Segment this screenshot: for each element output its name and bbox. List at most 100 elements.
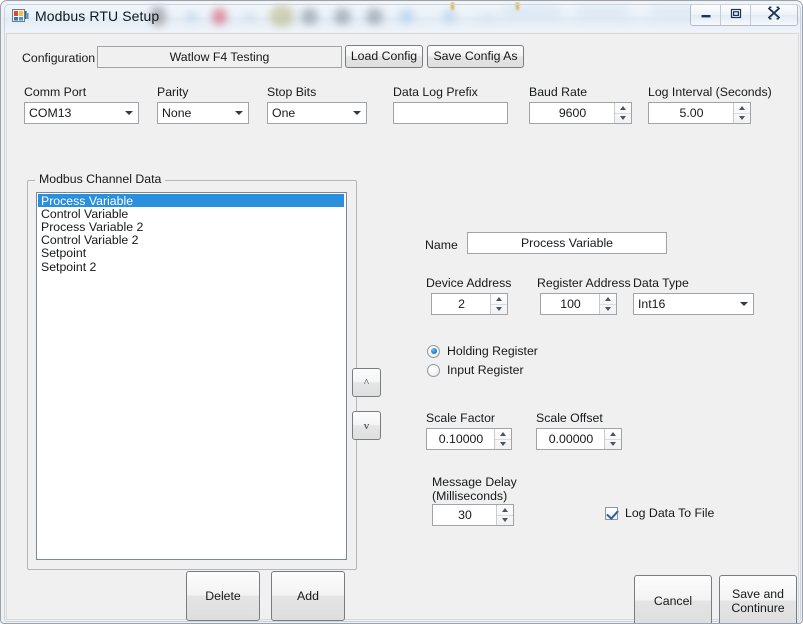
title-bar[interactable]: Modbus RTU Setup <box>2 2 802 32</box>
application-window: Modbus RTU Setup Configuration Watlow F4… <box>0 0 803 624</box>
parity-select[interactable]: None <box>157 102 249 124</box>
device-address-value: 2 <box>458 297 465 311</box>
register-address-stepper[interactable]: 100 <box>540 293 617 315</box>
scale-offset-label: Scale Offset <box>536 411 603 425</box>
spin-down-icon[interactable] <box>497 516 513 526</box>
chevron-down-icon[interactable] <box>348 104 365 122</box>
background-blur-ghost <box>502 7 560 16</box>
register-address-spin-buttons[interactable] <box>599 294 616 314</box>
list-item[interactable]: Control Variable <box>38 207 346 221</box>
background-blur-ghost <box>334 8 351 25</box>
modbus-channel-data-group-title: Modbus Channel Data <box>35 172 166 186</box>
app-icon <box>12 8 29 25</box>
register-address-value: 100 <box>560 297 581 311</box>
register-address-label: Register Address <box>537 276 631 290</box>
background-blur-ghost <box>212 8 227 25</box>
spin-up-icon[interactable] <box>491 294 507 305</box>
radio-unselected-icon <box>427 363 440 377</box>
scale-factor-spin-buttons[interactable] <box>494 429 511 449</box>
save-config-as-button[interactable]: Save Config As <box>427 45 524 68</box>
input-register-radio[interactable]: Input Register <box>427 363 524 377</box>
input-register-label: Input Register <box>447 363 524 377</box>
baud-rate-stepper[interactable]: 9600 <box>529 102 632 124</box>
scale-factor-value: 0.10000 <box>438 432 484 446</box>
configuration-name-field[interactable]: Watlow F4 Testing <box>97 46 342 68</box>
spin-down-icon[interactable] <box>605 440 621 450</box>
configuration-label: Configuration <box>22 51 96 65</box>
list-item[interactable]: Process Variable <box>38 194 344 208</box>
message-delay-label-line2: (Milliseconds) <box>432 489 508 503</box>
spin-down-icon[interactable] <box>734 114 750 124</box>
log-interval-stepper[interactable]: 5.00 <box>648 102 751 124</box>
baud-rate-spin-buttons[interactable] <box>614 103 631 123</box>
data-log-prefix-label: Data Log Prefix <box>393 85 478 99</box>
minimize-button[interactable] <box>691 5 721 25</box>
background-blur-ghost <box>366 8 383 25</box>
spin-down-icon[interactable] <box>491 305 507 315</box>
spin-up-icon[interactable] <box>605 429 621 440</box>
data-type-select[interactable]: Int16 <box>633 293 754 315</box>
chevron-down-icon[interactable] <box>735 295 752 313</box>
comm-port-select[interactable]: COM13 <box>24 102 139 124</box>
load-config-button[interactable]: Load Config <box>345 45 423 68</box>
radio-selected-icon <box>427 344 440 358</box>
delete-channel-button[interactable]: Delete <box>186 571 260 621</box>
scale-offset-stepper[interactable]: 0.00000 <box>536 428 622 450</box>
list-item[interactable]: Control Variable 2 <box>38 233 346 247</box>
background-blur-ghost <box>516 2 519 10</box>
close-button[interactable] <box>751 5 797 25</box>
log-data-to-file-label: Log Data To File <box>625 506 715 520</box>
channel-name-label: Name <box>425 238 458 252</box>
spin-up-icon[interactable] <box>495 429 511 440</box>
message-delay-label-line1: Message Delay <box>432 475 517 489</box>
comm-port-value: COM13 <box>29 106 72 120</box>
spin-up-icon[interactable] <box>497 505 513 516</box>
spin-up-icon[interactable] <box>615 103 631 114</box>
log-interval-value: 5.00 <box>679 106 704 120</box>
close-icon <box>766 5 782 25</box>
background-blur-ghost <box>577 7 629 16</box>
background-blur-ghost <box>443 9 456 23</box>
move-down-button[interactable]: v <box>352 411 381 440</box>
channel-listbox[interactable]: Process Variable Control Variable Proces… <box>36 192 347 560</box>
spin-down-icon[interactable] <box>495 440 511 450</box>
list-item[interactable]: Process Variable 2 <box>38 220 346 234</box>
background-blur-ghost <box>187 12 196 21</box>
log-data-to-file-checkbox[interactable]: Log Data To File <box>605 506 714 520</box>
device-address-stepper[interactable]: 2 <box>431 293 508 315</box>
chevron-down-icon[interactable] <box>120 104 137 122</box>
checkbox-checked-icon <box>605 506 618 520</box>
channel-name-input[interactable]: Process Variable <box>467 232 667 254</box>
list-item[interactable]: Setpoint <box>38 246 346 260</box>
device-address-spin-buttons[interactable] <box>490 294 507 314</box>
message-delay-value: 30 <box>458 508 472 522</box>
spin-down-icon[interactable] <box>600 305 616 315</box>
stop-bits-label: Stop Bits <box>267 85 317 99</box>
spin-up-icon[interactable] <box>734 103 750 114</box>
holding-register-label: Holding Register <box>447 344 538 358</box>
add-channel-button[interactable]: Add <box>271 571 345 621</box>
spin-up-icon[interactable] <box>600 294 616 305</box>
scale-factor-stepper[interactable]: 0.10000 <box>426 428 512 450</box>
baud-rate-label: Baud Rate <box>529 85 588 99</box>
log-interval-spin-buttons[interactable] <box>733 103 750 123</box>
baud-rate-value: 9600 <box>558 106 587 120</box>
background-blur-ghost <box>399 9 414 23</box>
spin-down-icon[interactable] <box>615 114 631 124</box>
minimize-icon <box>700 6 712 24</box>
stop-bits-select[interactable]: One <box>267 102 367 124</box>
maximize-button[interactable] <box>721 5 751 25</box>
scale-factor-label: Scale Factor <box>426 411 496 425</box>
message-delay-spin-buttons[interactable] <box>496 505 513 525</box>
chevron-down-icon[interactable] <box>230 104 247 122</box>
holding-register-radio[interactable]: Holding Register <box>427 344 538 358</box>
client-area: Configuration Watlow F4 Testing Load Con… <box>6 33 799 623</box>
list-item[interactable]: Setpoint 2 <box>38 260 346 274</box>
message-delay-stepper[interactable]: 30 <box>432 504 514 526</box>
background-blur-ghost <box>301 8 318 25</box>
scale-offset-spin-buttons[interactable] <box>604 429 621 449</box>
cancel-button[interactable]: Cancel <box>634 575 712 623</box>
move-up-button[interactable]: ^ <box>352 368 381 397</box>
save-and-continue-button[interactable]: Save and Continure <box>719 575 797 623</box>
data-log-prefix-input[interactable] <box>393 102 508 124</box>
